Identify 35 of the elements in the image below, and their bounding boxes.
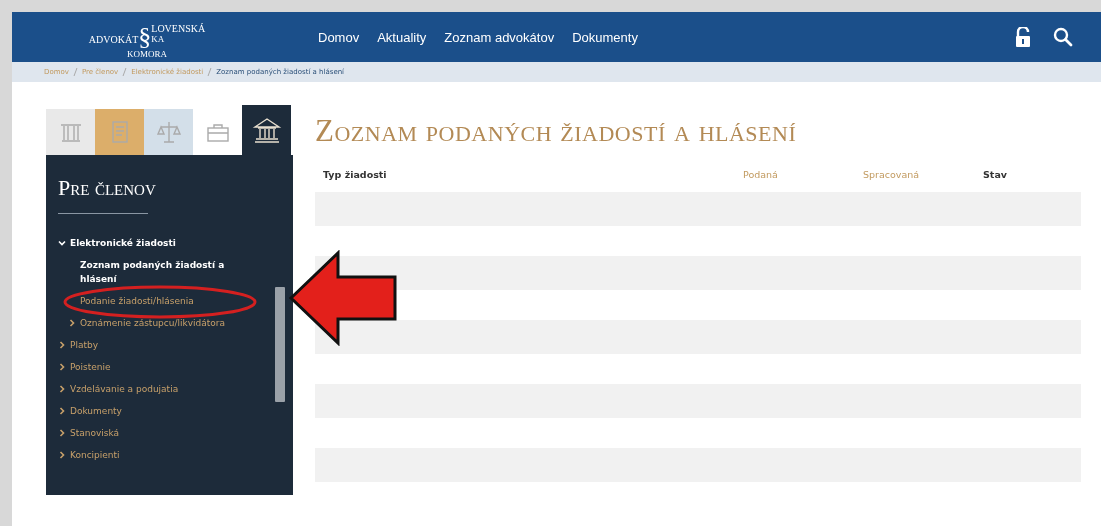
menu-item[interactable]: Stanoviská [58,426,120,440]
building-icon [251,115,282,145]
building-tab[interactable] [242,105,291,155]
menu-item[interactable]: Elektronické žiadosti [58,236,176,250]
search-icon[interactable] [1053,27,1073,47]
logo-text: ADVOKÁT [88,33,139,45]
chevron-icon [58,385,66,393]
sidebar-title: Pre členov [58,175,157,201]
nav-link[interactable]: Domov [318,29,360,45]
nav-link[interactable]: Aktuality [377,29,427,45]
submenu-item[interactable]: Zoznam podaných žiadostí a hlásení [58,258,250,286]
column-header: Stav [983,169,1007,180]
menu-item[interactable]: Platby [58,338,98,352]
chevron-icon [58,429,66,437]
page-title: Zoznam podaných žiadostí a hlásení [315,113,798,149]
chevron-icon [58,407,66,415]
chevron-icon [58,239,66,247]
logo-text: KOMORA [127,49,167,59]
menu-item[interactable]: Vzdelávanie a podujatia [58,382,179,396]
chevron-icon [58,341,66,349]
nav-link[interactable]: Dokumenty [572,29,638,45]
unlocked-padlock-icon[interactable] [1015,27,1031,47]
logo-text: KA [151,34,166,44]
submenu-item[interactable]: Podanie žiadosti/hlásenia [58,294,194,308]
logo-text: LOVENSKÁ [151,24,206,34]
chevron-icon [58,363,66,371]
menu-item[interactable]: Poistenie [58,360,111,374]
chevron-icon [68,319,76,327]
submenu-item[interactable]: Oznámenie zástupcu/likvidátora [58,316,225,330]
nav-link[interactable]: Zoznam advokátov [444,29,555,45]
menu-item[interactable]: Koncipienti [58,448,120,462]
column-header: Typ žiadosti [323,169,388,180]
menu-item[interactable]: Dokumenty [58,404,122,418]
logo-mark: § [138,24,152,50]
chevron-icon [58,451,66,459]
